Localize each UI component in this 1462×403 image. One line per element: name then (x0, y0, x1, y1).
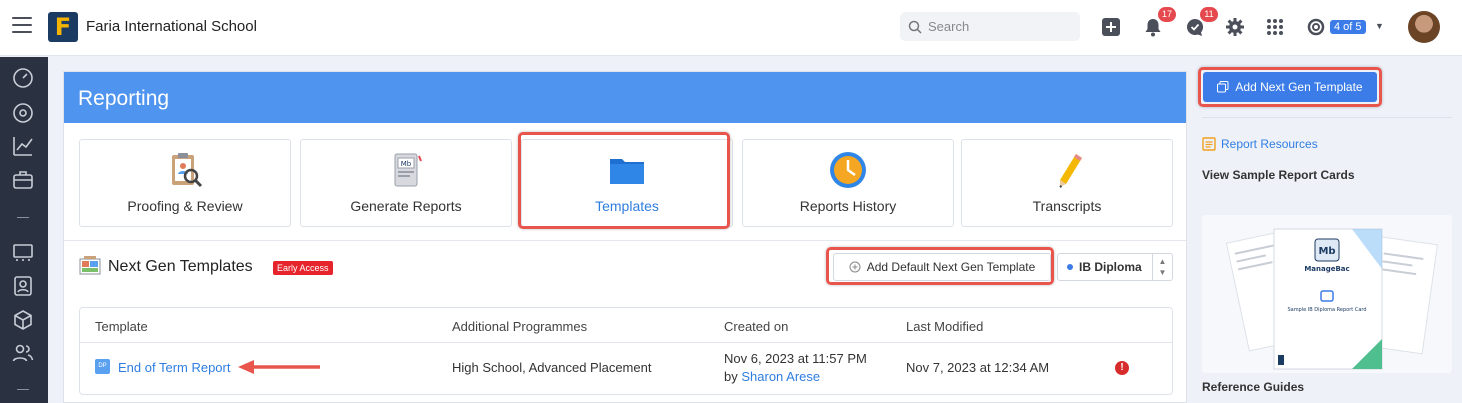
menu-icon[interactable] (12, 17, 32, 37)
sample-report-cards-heading: View Sample Report Cards (1202, 168, 1355, 182)
svg-text:Mb: Mb (1318, 246, 1335, 257)
template-link[interactable]: End of Term Report (118, 360, 230, 375)
add-next-gen-template-label: Add Next Gen Template (1235, 80, 1363, 94)
messages-icon[interactable]: 11 (1184, 7, 1218, 38)
add-icon[interactable] (1100, 16, 1122, 38)
copy-icon (1217, 81, 1229, 93)
notifications-count-badge: 17 (1157, 7, 1176, 22)
messages-count-badge: 11 (1200, 7, 1218, 22)
created-by-prefix: by (724, 369, 738, 384)
page-title: Reporting (64, 72, 1186, 123)
add-default-highlight (826, 247, 1054, 285)
error-alert-icon[interactable]: ! (1115, 361, 1129, 375)
role-switcher-pill[interactable]: 4 of 5 (1330, 20, 1366, 34)
clipboard-magnifier-icon (172, 153, 203, 188)
templates-tile-highlight (518, 132, 730, 229)
notifications-bell-icon[interactable]: 17 (1142, 7, 1176, 38)
analytics-chart-icon[interactable] (12, 135, 34, 157)
report-resources-label: Report Resources (1221, 137, 1318, 151)
template-created-by: by Sharon Arese (724, 369, 820, 384)
report-card-preview-image: Mb ManageBac Sample IB Diploma Report Ca… (1202, 215, 1452, 373)
column-header-last-modified[interactable]: Last Modified (906, 319, 983, 334)
school-name[interactable]: Faria International School (86, 18, 257, 35)
top-bar: F Faria International School Search 17 1… (0, 0, 1462, 56)
add-next-gen-template-button[interactable]: Add Next Gen Template (1203, 72, 1377, 102)
search-placeholder: Search (928, 19, 970, 34)
column-header-programmes[interactable]: Additional Programmes (452, 319, 587, 334)
sample-report-card-preview[interactable]: Mb ManageBac Sample IB Diploma Report Ca… (1202, 215, 1452, 373)
header-divider (80, 342, 1172, 343)
template-last-modified: Nov 7, 2023 at 12:34 AM (906, 360, 1050, 375)
template-created-on: Nov 6, 2023 at 11:57 PM (724, 351, 867, 366)
tile-label: Transcripts (1032, 198, 1102, 214)
section-title: Next Gen Templates (108, 258, 253, 275)
document-icon: DP (95, 359, 110, 374)
tile-transcripts[interactable]: Transcripts (961, 139, 1173, 227)
tile-label: Proofing & Review (127, 198, 243, 214)
preview-caption: Sample IB Diploma Report Card (1287, 307, 1366, 313)
early-access-badge: Early Access (273, 261, 333, 275)
briefcase-icon[interactable] (12, 169, 34, 191)
preview-brand: ManageBac (1304, 265, 1349, 273)
tile-label: Generate Reports (350, 198, 462, 214)
dashboard-gauge-icon[interactable] (12, 67, 34, 89)
templates-table: Template Additional Programmes Created o… (79, 307, 1173, 395)
tile-generate-reports[interactable]: Mb Generate Reports (300, 139, 512, 227)
compass-icon[interactable] (12, 102, 34, 124)
reference-guides-heading: Reference Guides (1202, 380, 1305, 394)
cube-icon[interactable] (12, 309, 34, 331)
programme-dot-icon (1067, 264, 1073, 270)
resources-list-icon (1202, 137, 1216, 151)
tile-proofing-review[interactable]: Proofing & Review (79, 139, 291, 227)
search-icon (908, 20, 922, 34)
programme-select-value: IB Diploma (1079, 260, 1142, 274)
sidebar (0, 57, 48, 403)
clock-icon (830, 152, 866, 188)
template-programmes: High School, Advanced Placement (452, 360, 652, 375)
report-cards-book-icon: Mb (394, 153, 422, 187)
reporting-panel: Reporting Proofing & Review Mb Generate … (63, 71, 1187, 403)
avatar[interactable] (1408, 11, 1440, 43)
column-header-template[interactable]: Template (95, 319, 148, 334)
search-input[interactable]: Search (900, 12, 1080, 41)
creator-link[interactable]: Sharon Arese (741, 369, 820, 384)
section-divider (64, 240, 1186, 241)
student-badge-icon[interactable] (12, 275, 34, 297)
tile-label: Reports History (799, 198, 897, 214)
report-resources-link[interactable]: Report Resources (1202, 137, 1318, 151)
right-divider (1202, 117, 1452, 118)
template-gallery-icon (79, 256, 101, 275)
arrow-annotation-icon (238, 360, 320, 374)
select-stepper-icon[interactable]: ▲ ▼ (1152, 254, 1172, 280)
school-logo[interactable]: F (48, 12, 78, 42)
pencil-icon (1059, 154, 1082, 188)
gear-icon[interactable] (1224, 16, 1246, 38)
sidebar-divider (17, 217, 29, 218)
lifebuoy-icon[interactable] (1305, 16, 1327, 38)
column-header-created-on[interactable]: Created on (724, 319, 788, 334)
sidebar-divider (17, 389, 29, 390)
classroom-icon[interactable] (12, 242, 34, 264)
svg-text:Mb: Mb (401, 160, 412, 168)
chevron-down-icon[interactable]: ▼ (1375, 21, 1384, 31)
tile-reports-history[interactable]: Reports History (742, 139, 954, 227)
users-icon[interactable] (12, 342, 34, 364)
apps-grid-icon[interactable] (1264, 16, 1286, 38)
programme-select[interactable]: IB Diploma ▲ ▼ (1057, 253, 1173, 281)
